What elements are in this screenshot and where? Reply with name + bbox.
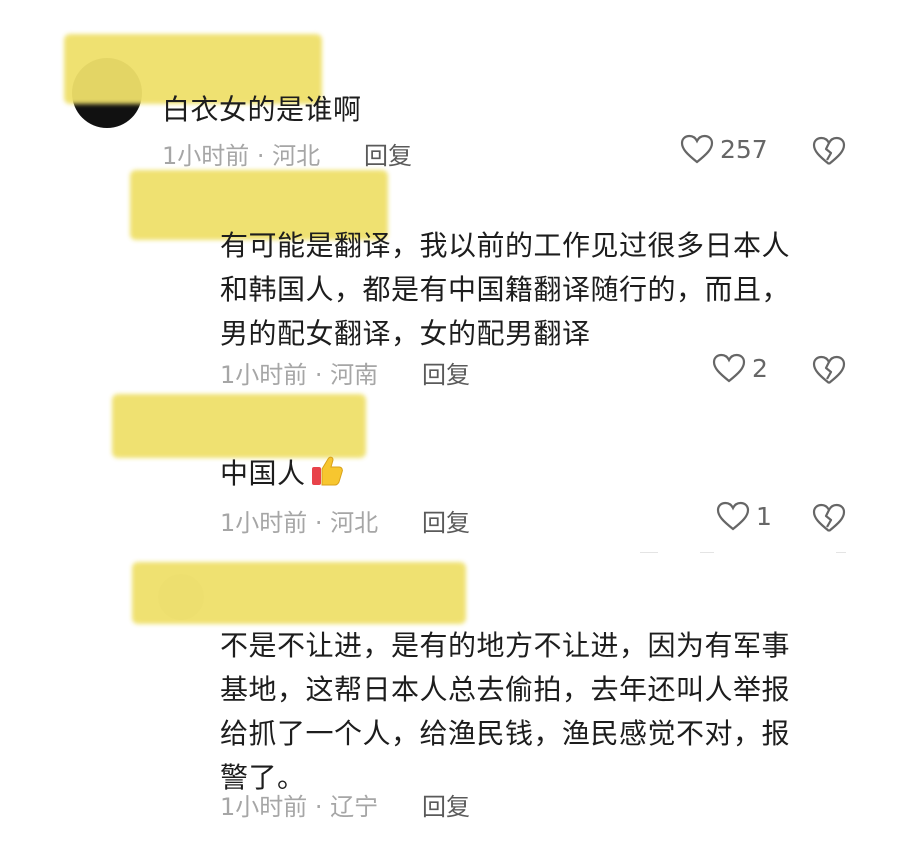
comment-text-content: 中国人 <box>220 457 306 490</box>
broken-heart-icon[interactable] <box>812 355 846 385</box>
like-count: 2 <box>752 353 768 383</box>
broken-heart-icon[interactable] <box>812 503 846 533</box>
comment-text: 中国人 <box>220 452 344 496</box>
thumbs-up-icon <box>310 455 344 487</box>
username-redacted <box>112 394 366 458</box>
comment-meta: 1小时前 · 河北 <box>162 142 321 170</box>
like-button[interactable]: 257 <box>680 134 768 164</box>
like-button[interactable]: 2 <box>712 353 768 383</box>
divider <box>700 552 714 553</box>
divider <box>640 552 658 553</box>
reply-button[interactable]: 回复 <box>422 503 470 538</box>
heart-outline-icon <box>716 501 750 531</box>
comment-meta: 1小时前 · 辽宁 <box>220 793 379 821</box>
reply-button[interactable]: 回复 <box>364 136 412 171</box>
reply-button[interactable]: 回复 <box>422 787 470 822</box>
reply-button[interactable]: 回复 <box>422 355 470 390</box>
divider <box>836 552 846 553</box>
like-count: 257 <box>720 134 768 164</box>
heart-outline-icon <box>712 353 746 383</box>
like-button[interactable]: 1 <box>716 501 772 531</box>
comment-text: 有可能是翻译，我以前的工作见过很多日本人 和韩国人，都是有中国籍翻译随行的，而且… <box>220 229 791 350</box>
comment-text: 不是不让进，是有的地方不让进，因为有军事 基地，这帮日本人总去偷拍，去年还叫人举… <box>220 629 791 794</box>
comment-meta: 1小时前 · 河北 <box>220 509 379 537</box>
like-count: 1 <box>756 501 772 531</box>
comment-text: 白衣女的是谁啊 <box>162 93 362 126</box>
broken-heart-icon[interactable] <box>812 136 846 166</box>
heart-outline-icon <box>680 134 714 164</box>
username-redacted <box>132 562 466 624</box>
comment-meta: 1小时前 · 河南 <box>220 361 379 389</box>
